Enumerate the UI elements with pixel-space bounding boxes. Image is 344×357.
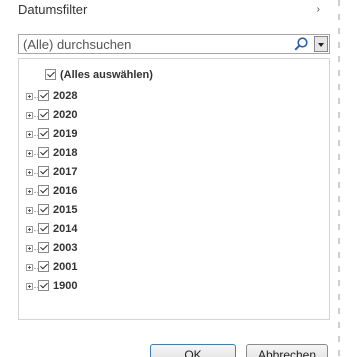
year-label: 2001 [53, 261, 78, 273]
year-checkbox[interactable] [38, 261, 49, 272]
year-checkbox[interactable] [38, 223, 49, 234]
year-label: 2019 [53, 128, 78, 140]
search-input[interactable] [19, 35, 297, 53]
year-label: 2020 [53, 109, 78, 121]
cancel-button[interactable]: Abbrechen [246, 344, 328, 357]
tree-row[interactable]: 1900 [19, 278, 319, 297]
year-checkbox[interactable] [38, 90, 49, 101]
year-checkbox[interactable] [38, 204, 49, 215]
year-label: 2017 [53, 166, 78, 178]
tree-row[interactable]: 2014 [19, 221, 319, 240]
expand-icon[interactable] [26, 169, 33, 176]
expand-icon[interactable] [26, 226, 33, 233]
tree-row[interactable]: 2028 [19, 88, 319, 107]
tree-row[interactable]: 2018 [19, 145, 319, 164]
filter-title: Datumsfilter [18, 2, 88, 17]
select-all-checkbox[interactable] [45, 69, 56, 80]
search-icon[interactable] [293, 36, 309, 52]
year-label: 2028 [53, 90, 78, 102]
year-checkbox[interactable] [38, 166, 49, 177]
window-edge [338, 0, 340, 357]
tree-row[interactable]: 2020 [19, 107, 319, 126]
search-box [18, 34, 330, 54]
tree-row[interactable]: 2015 [19, 202, 319, 221]
expand-icon[interactable] [26, 131, 33, 138]
year-checkbox[interactable] [38, 147, 49, 158]
year-label: 2018 [53, 147, 78, 159]
search-dropdown-button[interactable] [314, 36, 328, 52]
tree-row[interactable]: 2016 [19, 183, 319, 202]
year-checkbox[interactable] [38, 128, 49, 139]
filter-header[interactable]: Datumsfilter › [18, 0, 334, 22]
expand-icon[interactable] [26, 188, 33, 195]
select-all-label: (Alles auswählen) [60, 69, 153, 81]
year-label: 2015 [53, 204, 78, 216]
year-checkbox[interactable] [38, 280, 49, 291]
ok-button[interactable]: OK [150, 344, 236, 357]
year-checkbox[interactable] [38, 185, 49, 196]
expand-icon[interactable] [26, 150, 33, 157]
tree-row[interactable]: 2019 [19, 126, 319, 145]
tree-row[interactable]: 2003 [19, 240, 319, 259]
year-checkbox[interactable] [38, 109, 49, 120]
expand-icon[interactable] [26, 112, 33, 119]
year-label: 1900 [53, 280, 78, 292]
expand-icon[interactable] [26, 93, 33, 100]
expand-icon[interactable] [26, 264, 33, 271]
expand-icon[interactable] [26, 245, 33, 252]
year-label: 2014 [53, 223, 78, 235]
date-filter-panel: Datumsfilter › (Alles auswählen) 2028 [0, 0, 344, 357]
year-label: 2003 [53, 242, 78, 254]
year-label: 2016 [53, 185, 78, 197]
tree-row-select-all[interactable]: (Alles auswählen) [19, 67, 319, 86]
expand-icon[interactable] [26, 283, 33, 290]
tree-row[interactable]: 2001 [19, 259, 319, 278]
value-tree: (Alles auswählen) 2028 2020 2019 2018 20… [18, 58, 330, 320]
year-checkbox[interactable] [38, 242, 49, 253]
submenu-arrow-icon: › [316, 4, 320, 15]
expand-icon[interactable] [26, 207, 33, 214]
tree-row[interactable]: 2017 [19, 164, 319, 183]
